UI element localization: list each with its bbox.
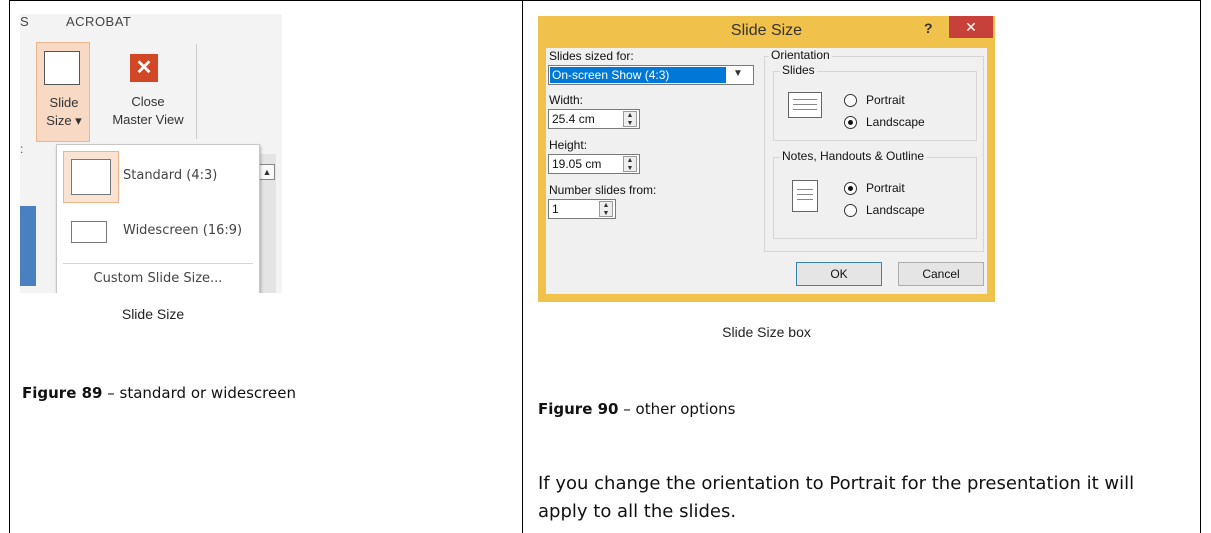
widescreen-label: Widescreen (16:9) [123,223,243,238]
height-spin-arrows-icon[interactable]: ▲ ▼ [623,156,637,172]
ribbon-edge-fragment: : [20,142,24,156]
width-value: 25.4 cm [552,112,595,126]
number-slides-from-value: 1 [552,202,559,216]
width-label: Width: [549,93,584,107]
custom-slide-size-item[interactable]: Custom Slide Size... [57,271,259,286]
figure-90-caption: Slide Size box [722,324,811,340]
notes-portrait-label: Portrait [866,181,905,195]
figure-90-number: Figure 90 [538,400,619,418]
close-master-view-icon: ✕ [130,54,158,82]
slide-size-dialog: Slide Size ? ✕ Slides sized for: On-scre… [538,16,995,302]
ok-button[interactable]: OK [796,262,882,286]
ribbon-tab-acrobat[interactable]: ACROBAT [66,14,131,29]
body-paragraph: If you change the orientation to Portrai… [538,473,1135,522]
close-master-view-button[interactable]: ✕ Close Master View [100,48,196,138]
slide-size-dropdown: Standard (4:3) Widescreen (16:9) Custom … [56,144,260,293]
figure-89-number: Figure 89 [22,384,103,402]
figure-90-label: Figure 90 – other options [538,400,736,418]
figure-89-caption: Slide Size [121,306,185,322]
slides-legend: Slides [780,63,817,77]
scroll-up-arrow-icon[interactable]: ▲ [259,164,275,180]
figure-89-screenshot: S ACROBAT Slide Size ▾ ✕ Close Master Vi… [20,14,282,293]
chevron-down-icon: ▼ [733,68,743,79]
close-label-line1: Close [131,94,165,109]
orientation-legend: Orientation [769,48,832,62]
slide-thumbnail-edge [20,206,36,286]
figure-90-description: – other options [618,400,736,418]
notes-legend: Notes, Handouts & Outline [780,149,927,163]
slides-group: Slides Portrait Landscape [773,63,977,141]
slide-size-label-line1: Slide [49,95,79,110]
width-spin-arrows-icon[interactable]: ▲ ▼ [623,111,637,127]
standard-label: Standard (4:3) [123,168,218,183]
notes-group: Notes, Handouts & Outline Portrait Lands… [773,149,977,239]
portrait-page-icon [792,180,818,212]
dropdown-option-standard[interactable]: Standard (4:3) [57,145,259,209]
notes-portrait-radio[interactable] [844,182,857,195]
slide-size-button[interactable]: Slide Size ▾ [36,42,90,142]
dropdown-option-widescreen[interactable]: Widescreen (16:9) [57,209,259,263]
slide-size-icon [44,51,80,85]
document-table: S ACROBAT Slide Size ▾ ✕ Close Master Vi… [0,0,1211,533]
dropdown-divider [63,263,253,264]
number-spin-arrows-icon[interactable]: ▲ ▼ [599,201,613,217]
slides-portrait-radio[interactable] [844,94,857,107]
orientation-group: Orientation Slides Portrait Landscape No… [764,48,984,252]
number-slides-from-label: Number slides from: [549,183,657,197]
help-icon[interactable]: ? [924,20,933,36]
widescreen-thumbnail-icon [71,221,107,243]
slides-sized-for-label: Slides sized for: [549,49,634,63]
ribbon-separator [196,44,197,139]
height-spinner[interactable]: 19.05 cm ▲ ▼ [548,154,640,174]
slides-sized-for-value: On-screen Show (4:3) [550,67,726,83]
slides-sized-for-select[interactable]: On-screen Show (4:3) ▼ [548,65,754,85]
notes-landscape-label: Landscape [866,203,925,217]
slide-size-label-line2: Size ▾ [46,113,82,128]
landscape-page-icon [788,92,822,118]
standard-thumbnail-icon [71,159,111,195]
cancel-button[interactable]: Cancel [898,262,984,286]
figure-89-label: Figure 89 – standard or widescreen [22,384,296,402]
figure-89-description: – standard or widescreen [102,384,296,402]
notes-landscape-radio[interactable] [844,204,857,217]
close-label-line2: Master View [112,112,184,127]
width-spinner[interactable]: 25.4 cm ▲ ▼ [548,109,640,129]
number-slides-from-spinner[interactable]: 1 ▲ ▼ [548,199,616,219]
height-label: Height: [549,138,588,152]
ribbon-tab-partial[interactable]: S [20,14,29,29]
dialog-body: Slides sized for: On-screen Show (4:3) ▼… [546,48,987,294]
slides-landscape-label: Landscape [866,115,925,129]
height-value: 19.05 cm [552,157,602,171]
slides-portrait-label: Portrait [866,93,905,107]
dialog-close-button[interactable]: ✕ [949,16,993,38]
slides-landscape-radio[interactable] [844,116,857,129]
